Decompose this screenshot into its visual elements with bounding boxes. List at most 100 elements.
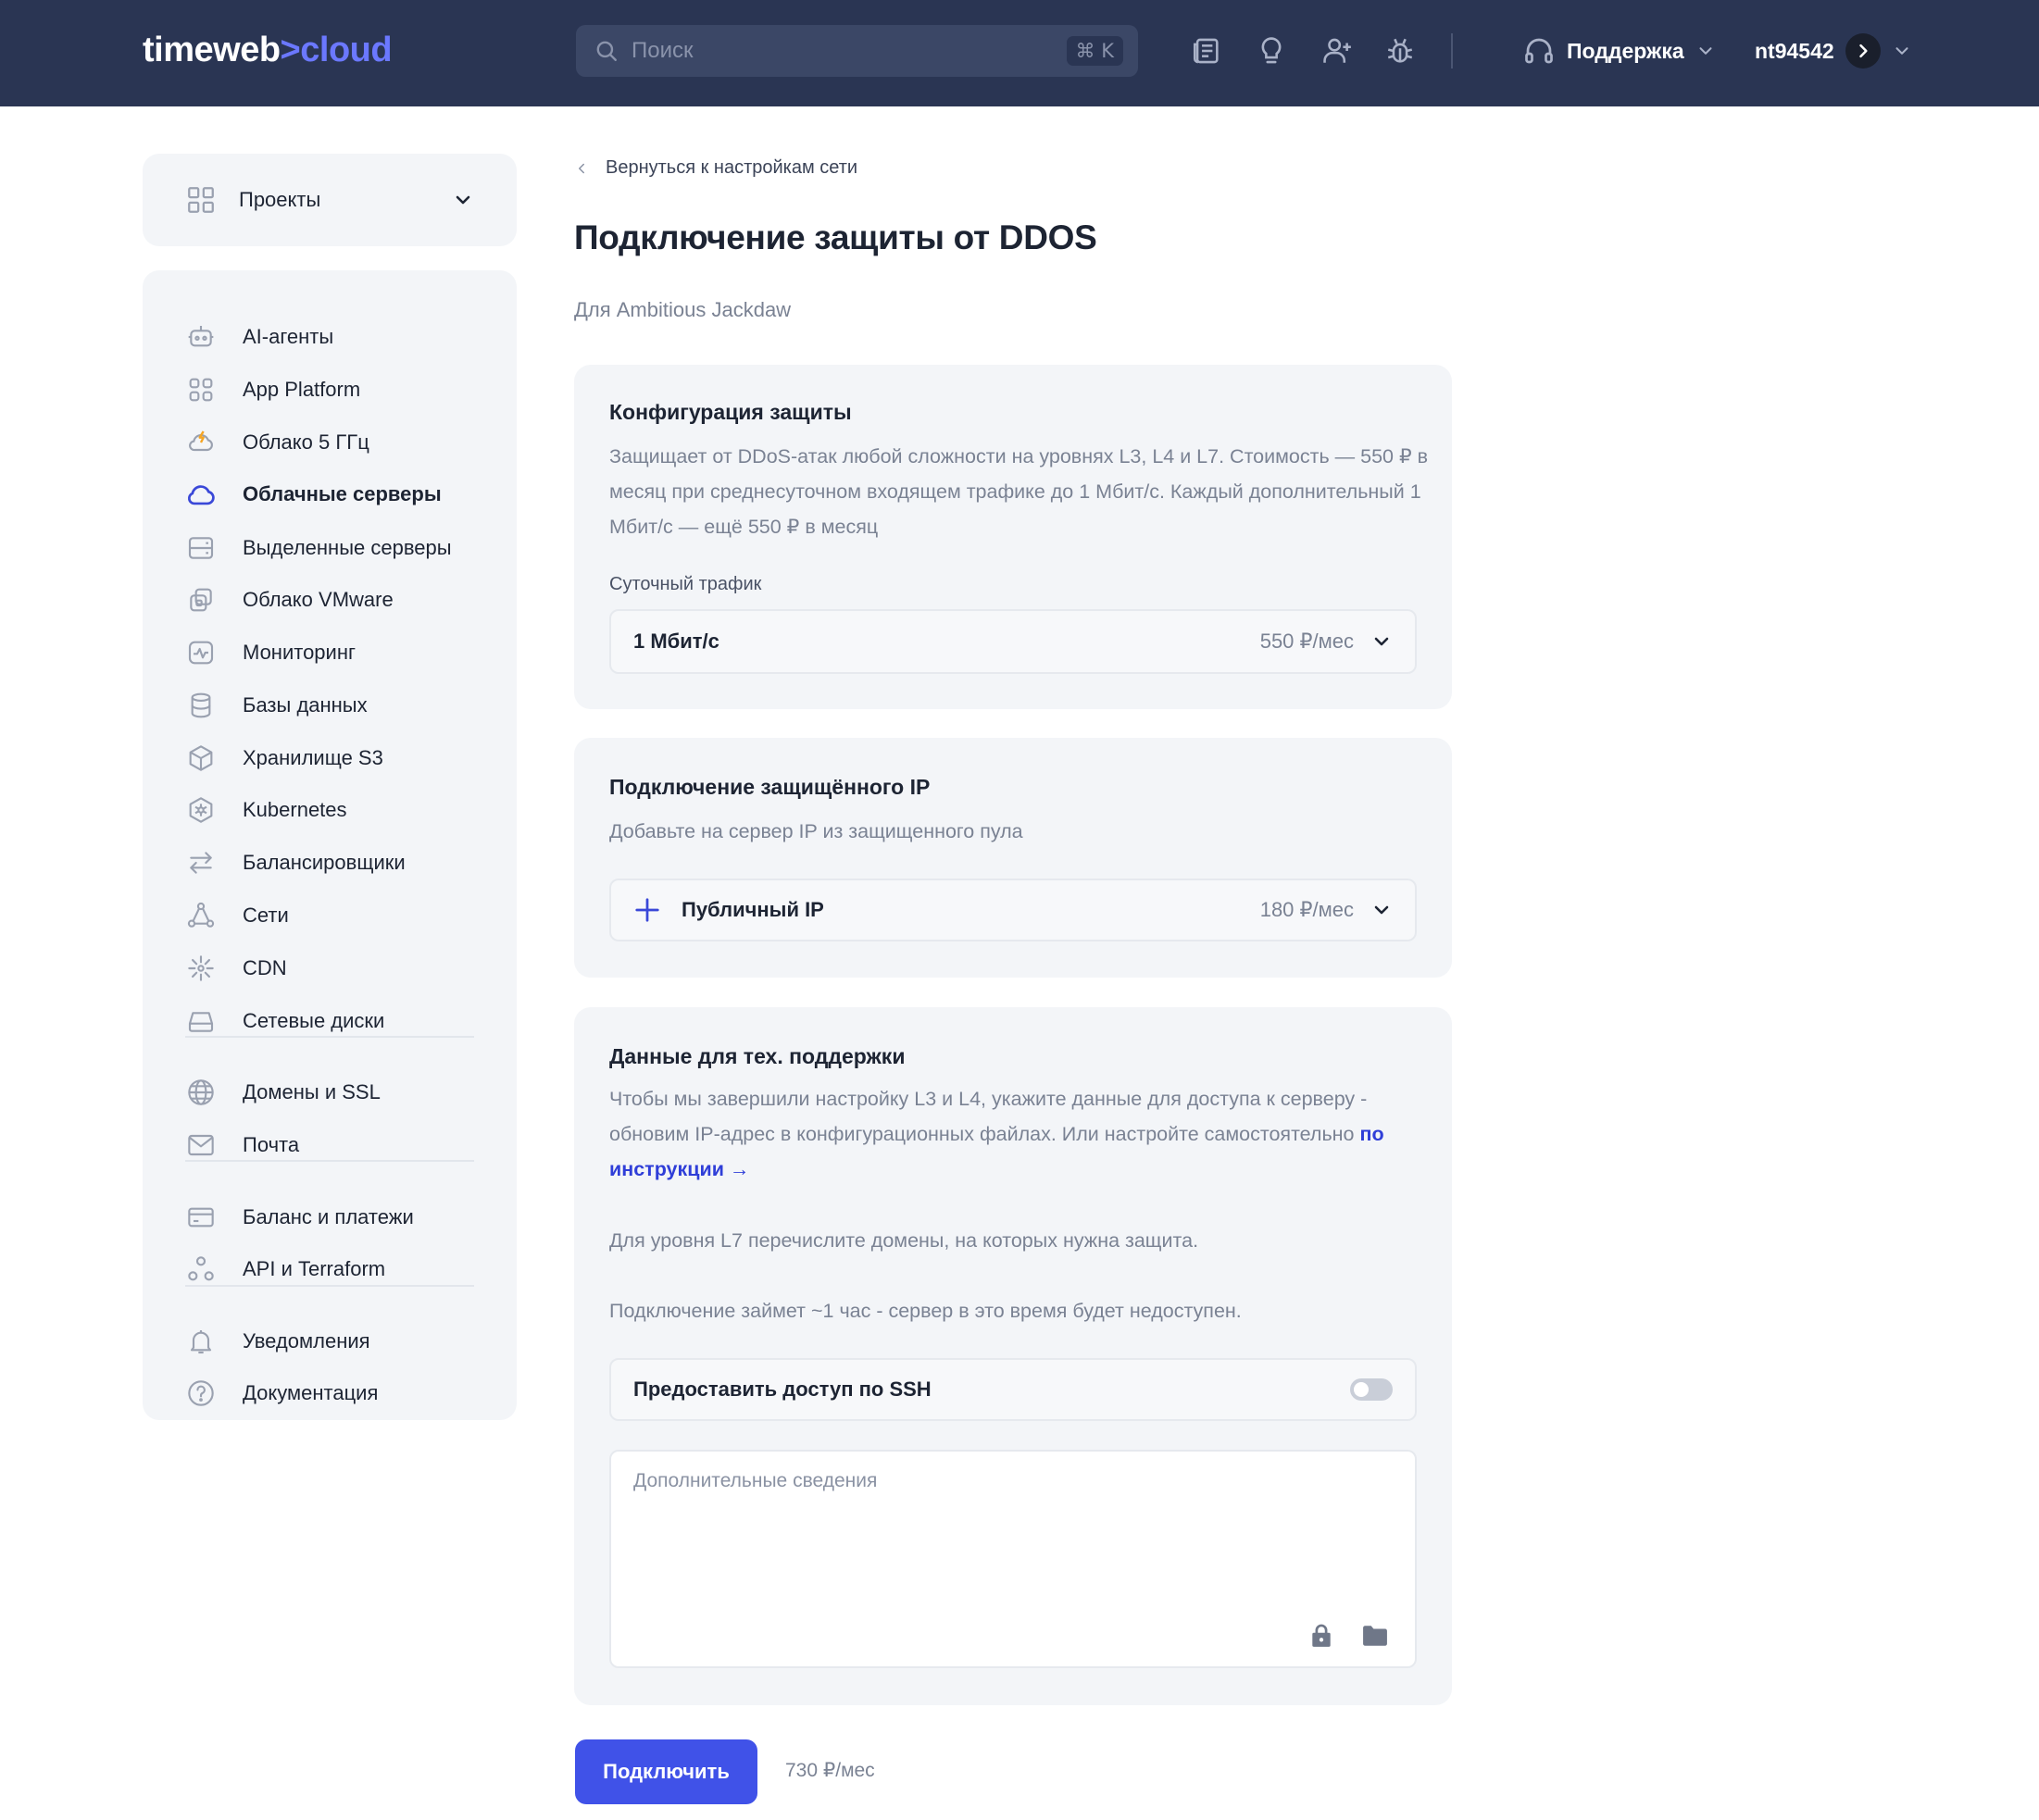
sidebar-item-kubernetes[interactable]: Kubernetes — [185, 790, 347, 830]
traffic-value: 1 Мбит/с — [633, 630, 719, 653]
public-ip-label: Публичный IP — [682, 898, 824, 921]
balancer-arrows-icon — [185, 847, 217, 879]
sidebar-item-dedicated-servers[interactable]: Выделенные серверы — [185, 528, 452, 568]
search-bar[interactable]: ⌘ K — [576, 25, 1138, 77]
downtime-note: Подключение займет ~1 час - сервер в это… — [609, 1300, 1242, 1322]
sidebar-item-app-platform[interactable]: App Platform — [185, 369, 360, 410]
card-description: Чтобы мы завершили настройку L3 и L4, ук… — [609, 1088, 1384, 1180]
chevron-down-icon — [456, 195, 470, 205]
sidebar-item-cdn[interactable]: CDN — [185, 948, 287, 989]
chevron-down-icon — [1699, 47, 1712, 55]
top-header: timeweb>cloud ⌘ K Поддержка nt94542 — [0, 0, 2039, 106]
sidebar-item-cloud-servers[interactable]: Облачные серверы — [185, 474, 442, 515]
protected-ip-card: Подключение защищённого IP Добавьте на с… — [574, 738, 1452, 978]
projects-label: Проекты — [239, 188, 321, 211]
vmware-icon — [185, 584, 217, 616]
card-description: Добавьте на сервер IP из защищенного пул… — [609, 820, 1023, 842]
support-data-card: Данные для тех. поддержки Чтобы мы завер… — [574, 1007, 1452, 1705]
sidebar-item-databases[interactable]: Базы данных — [185, 685, 368, 726]
mail-icon — [185, 1129, 217, 1161]
notes-textarea[interactable] — [611, 1452, 1415, 1666]
plus-icon — [635, 898, 659, 922]
sidebar-item-networks[interactable]: Сети — [185, 895, 289, 936]
search-shortcut-badge: ⌘ K — [1066, 36, 1123, 66]
help-icon — [185, 1377, 217, 1409]
header-divider — [1451, 33, 1453, 69]
cloud-bolt-icon — [185, 427, 217, 458]
sidebar-item-notifications[interactable]: Уведомления — [185, 1321, 370, 1362]
projects-grid-icon — [188, 187, 214, 213]
sidebar-item-s3-storage[interactable]: Хранилище S3 — [185, 738, 383, 779]
sidebar-item-cloud-5ghz[interactable]: Облако 5 ГГц — [185, 422, 369, 463]
public-ip-select[interactable]: Публичный IP 180 ₽/мес — [609, 879, 1417, 941]
headset-icon — [1525, 38, 1553, 64]
sidebar-divider — [185, 1285, 474, 1287]
protection-config-card: Конфигурация защиты Защищает от DDoS-ата… — [574, 365, 1452, 709]
sidebar-item-vmware[interactable]: Облако VMware — [185, 580, 394, 620]
account-menu[interactable]: nt94542 — [1755, 30, 1912, 72]
sidebar-item-balance-payments[interactable]: Баланс и платежи — [185, 1197, 414, 1238]
support-label: Поддержка — [1567, 38, 1684, 63]
support-menu[interactable]: Поддержка — [1522, 30, 1716, 72]
l7-note: Для уровня L7 перечислите домены, на кот… — [609, 1229, 1199, 1252]
back-link[interactable]: Вернуться к настройкам сети — [574, 157, 857, 179]
traffic-price: 550 ₽/мес — [1259, 630, 1354, 653]
total-price: 730 ₽/мес — [785, 1760, 875, 1781]
card-title: Данные для тех. поддержки — [609, 1044, 906, 1068]
sidebar-divider — [185, 1036, 474, 1038]
sidebar-item-documentation[interactable]: Документация — [185, 1373, 378, 1414]
sidebar-item-monitoring[interactable]: Мониторинг — [185, 632, 356, 673]
app-grid-icon — [185, 374, 217, 405]
chevron-left-icon — [579, 163, 584, 173]
sidebar-divider — [185, 1160, 474, 1162]
kubernetes-icon — [185, 794, 217, 826]
card-description: Защищает от DDoS-атак любой сложности на… — [609, 445, 1429, 538]
cloud-icon — [185, 479, 217, 510]
search-icon — [596, 41, 617, 61]
chevron-right-icon — [1845, 33, 1881, 69]
ssh-access-toggle[interactable] — [1350, 1378, 1393, 1401]
lock-icon[interactable] — [1307, 1622, 1335, 1650]
sidebar-item-domains-ssl[interactable]: Домены и SSL — [185, 1072, 381, 1113]
chevron-down-icon — [1374, 637, 1389, 646]
ssh-access-row: Предоставить доступ по SSH — [609, 1358, 1417, 1421]
page-title: Подключение защиты от DDOS — [574, 218, 1097, 256]
traffic-select[interactable]: 1 Мбит/с 550 ₽/мес — [609, 609, 1417, 674]
globe-icon — [185, 1077, 217, 1108]
search-input[interactable] — [632, 38, 1067, 64]
connect-button[interactable]: Подключить — [575, 1739, 757, 1804]
sidebar-item-api-terraform[interactable]: API и Terraform — [185, 1249, 385, 1290]
folder-icon[interactable] — [1361, 1622, 1389, 1650]
notes-field — [609, 1450, 1417, 1668]
bug-icon[interactable] — [1382, 33, 1418, 69]
server-icon — [185, 532, 217, 564]
network-icon — [185, 900, 217, 931]
monitoring-icon — [185, 637, 217, 668]
add-user-icon[interactable] — [1320, 33, 1355, 69]
card-icon — [185, 1202, 217, 1233]
database-icon — [185, 690, 217, 721]
lightbulb-icon[interactable] — [1254, 33, 1289, 69]
projects-dropdown[interactable]: Проекты — [143, 154, 517, 246]
robot-icon — [185, 321, 217, 353]
cdn-icon — [185, 953, 217, 984]
traffic-label: Суточный трафик — [609, 574, 762, 594]
storage-cube-icon — [185, 742, 217, 774]
card-title: Подключение защищённого IP — [609, 775, 931, 799]
sidebar-nav: AI-агенты App Platform Облако 5 ГГц Обла… — [143, 270, 517, 1420]
chevron-down-icon — [1895, 47, 1908, 55]
news-icon[interactable] — [1189, 33, 1224, 69]
public-ip-price: 180 ₽/мес — [1259, 898, 1354, 921]
disk-icon — [185, 1005, 217, 1037]
back-link-label: Вернуться к настройкам сети — [606, 157, 858, 178]
card-title: Конфигурация защиты — [609, 400, 852, 424]
page-subtitle: Для Ambitious Jackdaw — [574, 298, 792, 321]
bell-icon — [185, 1326, 217, 1357]
account-name: nt94542 — [1755, 38, 1834, 63]
sidebar-item-balancers[interactable]: Балансировщики — [185, 842, 406, 883]
ssh-access-label: Предоставить доступ по SSH — [633, 1377, 932, 1401]
timeweb-logo[interactable]: timeweb>cloud — [143, 26, 393, 74]
sidebar-item-ai-agents[interactable]: AI-агенты — [185, 317, 333, 357]
api-icon — [185, 1253, 217, 1285]
chevron-down-icon — [1374, 905, 1389, 915]
